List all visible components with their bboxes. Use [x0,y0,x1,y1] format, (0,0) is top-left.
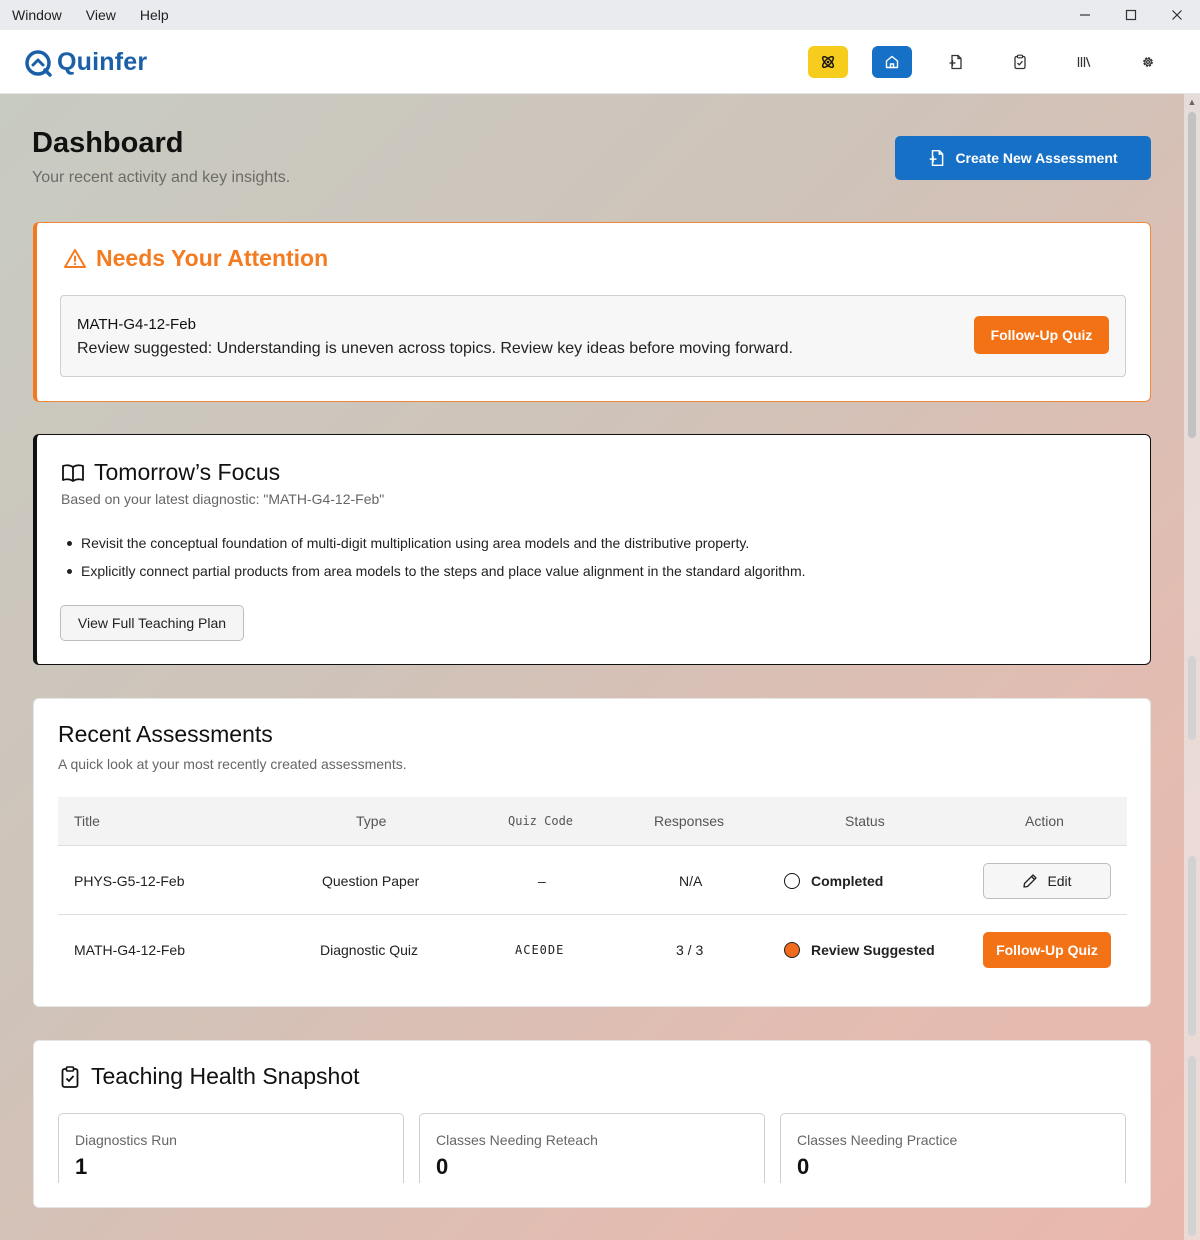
stat-label: Classes Needing Practice [797,1132,958,1148]
create-new-assessment-label: Create New Assessment [955,150,1118,166]
scrollbar-thumb[interactable] [1188,656,1196,740]
row-title: MATH-G4-12-Feb [74,942,185,958]
recent-title: Recent Assessments [58,721,273,747]
focus-title: Tomorrow’s Focus [94,459,281,485]
stat-card-diagnostics: Diagnostics Run 1 [58,1113,404,1183]
nav-assessments-button[interactable] [1000,46,1040,78]
gear-icon [1143,57,1153,67]
stat-label: Classes Needing Reteach [436,1132,598,1148]
scrollbar-thumb[interactable] [1188,856,1196,1036]
atom-icon [821,55,835,69]
stat-card-practice: Classes Needing Practice 0 [780,1113,1126,1183]
page-subtitle: Your recent activity and key insights. [32,169,291,186]
table-row: MATH-G4-12-Feb Diagnostic Quiz ACE0DE 3 … [58,916,1127,984]
library-icon [1077,57,1091,68]
scrollbar-thumb[interactable] [1188,112,1196,438]
menu-window[interactable]: Window [0,0,74,30]
status-label: Review Suggested [811,942,935,958]
app-header: Quinfer [0,30,1200,94]
new-document-icon [930,149,944,167]
main-content[interactable]: Dashboard Your recent activity and key i… [0,94,1200,1240]
attention-header: Needs Your Attention [63,245,328,272]
page-title: Dashboard [32,127,184,159]
nav-create-button[interactable] [936,46,976,78]
focus-subtitle: Based on your latest diagnostic: "MATH-G… [61,491,385,507]
status-completed-icon [784,873,800,889]
status-badge: Review Suggested [784,942,935,958]
scrollbar[interactable]: ▲ [1184,94,1200,1240]
follow-up-quiz-button[interactable]: Follow-Up Quiz [974,316,1109,354]
nav-library-button[interactable] [1064,46,1104,78]
nav-settings-button[interactable] [1128,46,1168,78]
row-title: PHYS-G5-12-Feb [74,873,185,889]
top-nav [808,46,1192,78]
attention-title: Needs Your Attention [96,245,329,271]
home-icon [885,55,899,69]
clipboard-check-icon [61,1065,79,1088]
clipboard-check-icon [1014,54,1026,70]
quinfer-logo-icon [25,49,52,77]
focus-list: Revisit the conceptual foundation of mul… [61,533,806,589]
recent-assessments-card: Recent Assessments A quick look at your … [33,698,1151,1007]
status-label: Completed [811,873,884,889]
focus-bullet: Revisit the conceptual foundation of mul… [61,533,806,561]
edit-label: Edit [1047,873,1072,889]
table-header: Title Type Quiz Code Responses Status Ac… [58,797,1127,846]
health-snapshot-card: Teaching Health Snapshot Diagnostics Run… [33,1040,1151,1208]
maximize-icon[interactable] [1108,0,1154,30]
menu-view[interactable]: View [74,0,128,30]
focus-card: Tomorrow’s Focus Based on your latest di… [33,434,1151,665]
nav-ai-button[interactable] [808,46,848,78]
stat-value: 0 [436,1154,449,1179]
window-controls [1062,0,1200,30]
row-responses: 3 / 3 [676,942,704,958]
brand-name: Quinfer [57,48,148,76]
create-new-assessment-button[interactable]: Create New Assessment [895,136,1151,180]
close-icon[interactable] [1154,0,1200,30]
menu-bar: Window View Help [0,0,1200,30]
attention-item: MATH-G4-12-Feb Review suggested: Underst… [60,295,1126,377]
scrollbar-thumb[interactable] [1188,1056,1196,1236]
row-quiz-code: – [538,873,546,889]
attention-card: Needs Your Attention MATH-G4-12-Feb Revi… [33,222,1151,402]
column-status: Status [845,813,885,829]
column-action: Action [1025,813,1064,829]
recent-subtitle: A quick look at your most recently creat… [58,756,407,772]
view-teaching-plan-button[interactable]: View Full Teaching Plan [60,605,244,641]
health-header: Teaching Health Snapshot [58,1063,360,1090]
attention-item-code: MATH-G4-12-Feb [77,316,196,333]
health-title: Teaching Health Snapshot [91,1063,360,1089]
warning-icon [64,248,86,268]
stat-label: Diagnostics Run [75,1132,177,1148]
menu-help[interactable]: Help [128,0,181,30]
table-row: PHYS-G5-12-Feb Question Paper – N/A Comp… [58,847,1127,915]
stat-value: 1 [75,1154,88,1179]
pencil-icon [1023,874,1038,888]
stat-card-reteach: Classes Needing Reteach 0 [419,1113,765,1183]
focus-header: Tomorrow’s Focus [61,459,280,486]
new-document-icon [949,54,962,70]
scroll-up-icon[interactable]: ▲ [1184,94,1200,110]
column-type: Type [356,813,387,829]
focus-bullet: Explicitly connect partial products from… [61,561,806,589]
column-title: Title [74,813,100,829]
nav-home-button[interactable] [872,46,912,78]
column-quiz-code: Quiz Code [508,814,574,828]
row-type: Question Paper [322,873,420,889]
edit-button[interactable]: Edit [983,863,1111,899]
row-quiz-code: ACE0DE [515,943,565,957]
minimize-icon[interactable] [1062,0,1108,30]
row-type: Diagnostic Quiz [320,942,419,958]
follow-up-quiz-button[interactable]: Follow-Up Quiz [983,932,1111,968]
attention-item-text: Review suggested: Understanding is uneve… [77,340,793,357]
row-responses: N/A [679,873,703,889]
status-review-icon [784,942,800,958]
column-responses: Responses [654,813,725,829]
open-book-icon [62,463,84,482]
stat-value: 0 [797,1154,810,1179]
brand[interactable]: Quinfer [24,48,147,77]
status-badge: Completed [784,873,883,889]
